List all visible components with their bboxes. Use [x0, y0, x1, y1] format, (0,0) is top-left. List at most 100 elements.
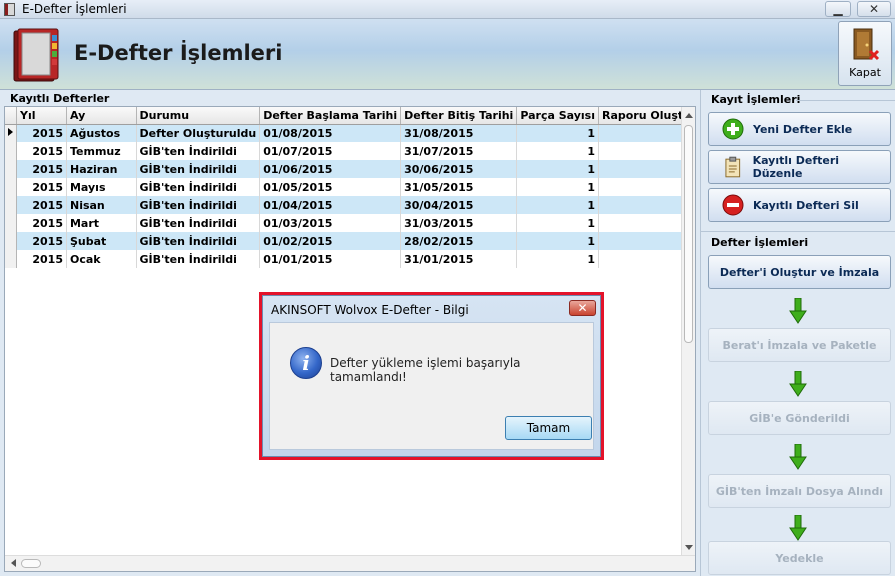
cell-part-count[interactable]: 1 — [516, 214, 599, 232]
cell-end-date[interactable]: 28/02/2015 — [400, 232, 518, 250]
cell-status[interactable]: GİB'ten İndirildi — [136, 142, 261, 160]
cell-start-date[interactable]: 01/03/2015 — [259, 214, 402, 232]
scroll-left-icon[interactable] — [8, 557, 20, 569]
table-row[interactable]: 2015 Ağustos Defter Oluşturuldu 01/08/2015 3… — [5, 124, 696, 142]
column-header-year[interactable]: Yıl — [16, 107, 67, 125]
sign-package-berat-button[interactable]: Berat'ı İmzala ve Paketle — [708, 328, 891, 362]
cell-year[interactable]: 2015 — [16, 250, 67, 268]
cell-status[interactable]: Defter Oluşturuldu — [136, 124, 261, 142]
table-row[interactable]: 2015 Temmuz GİB'ten İndirildi 01/07/2015 31/… — [5, 142, 696, 160]
horizontal-scrollbar[interactable] — [5, 555, 695, 571]
column-header-status[interactable]: Durumu — [136, 107, 261, 125]
dialog-close-button[interactable]: ✕ — [569, 300, 596, 316]
cell-year[interactable]: 2015 — [16, 196, 67, 214]
row-indicator[interactable] — [5, 124, 17, 142]
row-indicator[interactable] — [5, 214, 17, 232]
cell-end-date[interactable]: 31/08/2015 — [400, 124, 518, 142]
cell-month[interactable]: Şubat — [66, 232, 137, 250]
cell-part-count[interactable]: 1 — [516, 232, 599, 250]
horizontal-scroll-thumb[interactable] — [21, 559, 41, 568]
vertical-scroll-thumb[interactable] — [684, 125, 693, 343]
cell-status[interactable]: GİB'ten İndirildi — [136, 196, 261, 214]
cell-year[interactable]: 2015 — [16, 178, 67, 196]
cell-part-count[interactable]: 1 — [516, 250, 599, 268]
cell-year[interactable]: 2015 — [16, 214, 67, 232]
divider — [701, 231, 895, 232]
cell-month[interactable]: Ocak — [66, 250, 137, 268]
table-row[interactable]: 2015 Mart GİB'ten İndirildi 01/03/2015 31/03… — [5, 214, 696, 232]
row-indicator[interactable] — [5, 232, 17, 250]
column-header-part-count[interactable]: Parça Sayısı — [516, 107, 599, 125]
actions-panel: Kayıt İşlemleri Yeni Defter Ekle Kayıtlı… — [700, 90, 895, 576]
cell-month[interactable]: Haziran — [66, 160, 137, 178]
cell-start-date[interactable]: 01/05/2015 — [259, 178, 402, 196]
add-ledger-label: Yeni Defter Ekle — [753, 122, 853, 136]
column-header-month[interactable]: Ay — [66, 107, 137, 125]
cell-year[interactable]: 2015 — [16, 124, 67, 142]
backup-button[interactable]: Yedekle — [708, 541, 891, 575]
cell-part-count[interactable]: 1 — [516, 196, 599, 214]
table-row[interactable]: 2015 Haziran GİB'ten İndirildi 01/06/2015 30… — [5, 160, 696, 178]
cell-end-date[interactable]: 31/03/2015 — [400, 214, 518, 232]
ok-button[interactable]: Tamam — [505, 416, 592, 440]
create-sign-ledger-button[interactable]: Defter'i Oluştur ve İmzala — [708, 255, 891, 289]
cell-part-count[interactable]: 1 — [516, 160, 599, 178]
cell-month[interactable]: Nisan — [66, 196, 137, 214]
delete-ledger-button[interactable]: Kayıtlı Defteri Sil — [708, 188, 891, 222]
add-ledger-button[interactable]: Yeni Defter Ekle — [708, 112, 891, 146]
grid-group-title: Kayıtlı Defterler — [10, 92, 110, 105]
table-row[interactable]: 2015 Nisan GİB'ten İndirildi 01/04/2015 30/0… — [5, 196, 696, 214]
column-header-end-date[interactable]: Defter Bitiş Tarihi — [400, 107, 518, 125]
cell-month[interactable]: Ağustos — [66, 124, 137, 142]
cell-month[interactable]: Temmuz — [66, 142, 137, 160]
window-close-button[interactable]: ✕ — [857, 1, 891, 17]
minimize-button[interactable]: ▁ — [825, 1, 851, 17]
signed-file-received-label: GİB'ten İmzalı Dosya Alındı — [715, 484, 884, 498]
row-indicator[interactable] — [5, 160, 17, 178]
table-row[interactable]: 2015 Mayıs GİB'ten İndirildi 01/05/2015 31/0… — [5, 178, 696, 196]
sent-to-gib-button[interactable]: GİB'e Gönderildi — [708, 401, 891, 435]
cell-month[interactable]: Mayıs — [66, 178, 137, 196]
cell-end-date[interactable]: 31/01/2015 — [400, 250, 518, 268]
row-indicator[interactable] — [5, 178, 17, 196]
cell-end-date[interactable]: 31/07/2015 — [400, 142, 518, 160]
info-icon: i — [290, 347, 322, 379]
cell-part-count[interactable]: 1 — [516, 124, 599, 142]
cell-status[interactable]: GİB'ten İndirildi — [136, 178, 261, 196]
cell-status[interactable]: GİB'ten İndirildi — [136, 232, 261, 250]
backup-label: Yedekle — [775, 551, 824, 565]
cell-end-date[interactable]: 31/05/2015 — [400, 178, 518, 196]
dialog-title: AKINSOFT Wolvox E-Defter - Bilgi — [271, 303, 469, 317]
row-indicator[interactable] — [5, 196, 17, 214]
cell-start-date[interactable]: 01/02/2015 — [259, 232, 402, 250]
current-row-arrow-icon — [8, 127, 13, 136]
add-icon — [722, 118, 744, 140]
cell-status[interactable]: GİB'ten İndirildi — [136, 160, 261, 178]
cell-year[interactable]: 2015 — [16, 142, 67, 160]
cell-status[interactable]: GİB'ten İndirildi — [136, 250, 261, 268]
table-row[interactable]: 2015 Şubat GİB'ten İndirildi 01/02/2015 28/0… — [5, 232, 696, 250]
cell-end-date[interactable]: 30/06/2015 — [400, 160, 518, 178]
cell-year[interactable]: 2015 — [16, 232, 67, 250]
cell-start-date[interactable]: 01/01/2015 — [259, 250, 402, 268]
cell-start-date[interactable]: 01/04/2015 — [259, 196, 402, 214]
cell-status[interactable]: GİB'ten İndirildi — [136, 214, 261, 232]
scroll-up-icon[interactable] — [683, 110, 695, 122]
cell-start-date[interactable]: 01/08/2015 — [259, 124, 402, 142]
cell-part-count[interactable]: 1 — [516, 142, 599, 160]
vertical-scrollbar[interactable] — [681, 107, 695, 555]
row-indicator[interactable] — [5, 250, 17, 268]
cell-year[interactable]: 2015 — [16, 160, 67, 178]
cell-start-date[interactable]: 01/07/2015 — [259, 142, 402, 160]
edit-ledger-button[interactable]: Kayıtlı Defteri Düzenle — [708, 150, 891, 184]
signed-file-received-button[interactable]: GİB'ten İmzalı Dosya Alındı — [708, 474, 891, 508]
column-header-start-date[interactable]: Defter Başlama Tarihi — [259, 107, 402, 125]
table-row[interactable]: 2015 Ocak GİB'ten İndirildi 01/01/2015 31/01… — [5, 250, 696, 268]
cell-start-date[interactable]: 01/06/2015 — [259, 160, 402, 178]
cell-month[interactable]: Mart — [66, 214, 137, 232]
scroll-down-icon[interactable] — [683, 541, 695, 553]
cell-end-date[interactable]: 30/04/2015 — [400, 196, 518, 214]
kapat-button[interactable]: Kapat — [838, 21, 892, 86]
cell-part-count[interactable]: 1 — [516, 178, 599, 196]
row-indicator[interactable] — [5, 142, 17, 160]
